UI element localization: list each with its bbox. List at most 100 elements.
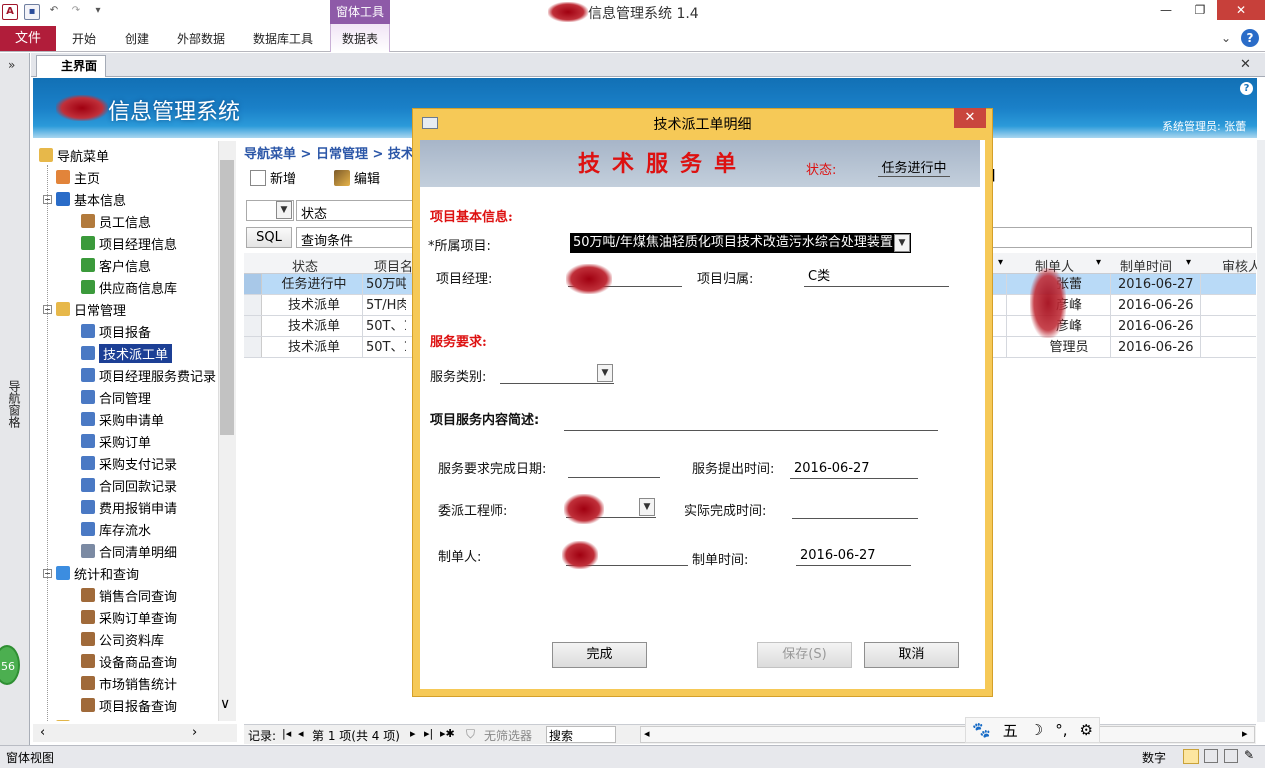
tree-item[interactable]: − 统计和查询 (43, 563, 139, 583)
tree-item[interactable]: 采购订单 (81, 431, 151, 451)
row-selector[interactable] (244, 295, 262, 315)
service-type-dropdown-icon[interactable]: ▼ (597, 364, 613, 382)
tree-item[interactable]: 员工信息 (81, 211, 151, 231)
record-position[interactable]: 第 1 项(共 4 项) (312, 727, 400, 744)
cancel-button[interactable]: 取消 (864, 642, 959, 668)
tree-item[interactable]: − 日常管理 (43, 299, 126, 319)
tree-item[interactable]: 项目经理服务费记录 (81, 365, 216, 385)
restore-button[interactable]: ❐ (1183, 0, 1217, 20)
tree-item[interactable]: +系统管理 (43, 717, 126, 721)
cell-status[interactable]: 技术派单 (266, 316, 362, 337)
tree-item[interactable]: 技术派工单 (81, 343, 173, 363)
cell-time[interactable]: 2016-06-27 (1118, 274, 1196, 295)
cell-time[interactable]: 2016-06-26 (1118, 295, 1196, 316)
tree-item[interactable]: 供应商信息库 (81, 277, 177, 297)
close-document-button[interactable]: ✕ (1240, 57, 1251, 72)
cell-project[interactable]: 50万吨/ (366, 274, 406, 295)
sort-hidden-col-icon[interactable]: ▾ (998, 257, 1003, 268)
datasheet-view-icon[interactable] (1204, 749, 1218, 763)
tree-item[interactable]: 市场销售统计 (81, 673, 177, 693)
category-field[interactable]: C类 (804, 267, 949, 287)
col-status[interactable]: 状态 (292, 256, 318, 275)
sql-button[interactable]: SQL (246, 227, 292, 248)
save-button[interactable]: 保存(S) (757, 642, 852, 668)
cell-project[interactable]: 50T、10 (366, 337, 406, 358)
close-window-button[interactable]: ✕ (1217, 0, 1265, 20)
tree-item[interactable]: 合同管理 (81, 387, 151, 407)
nav-pane-toggle[interactable]: » (8, 58, 15, 72)
tree-item[interactable]: 项目报备 (81, 321, 151, 341)
tree-scroll-left-icon[interactable]: ‹ (40, 725, 45, 740)
tab-home[interactable]: 开始 (72, 30, 96, 47)
filter-combo-arrow-icon[interactable]: ▼ (276, 201, 292, 219)
tree-item[interactable]: 销售合同查询 (81, 585, 177, 605)
project-dropdown-icon[interactable]: ▼ (894, 234, 910, 252)
form-view-icon[interactable] (1183, 749, 1199, 764)
filter-status[interactable]: 无筛选器 (484, 727, 532, 744)
tree-item[interactable]: 采购支付记录 (81, 453, 177, 473)
grid-scroll-left-icon[interactable]: ◂ (644, 727, 650, 740)
tree-item[interactable]: 合同回款记录 (81, 475, 177, 495)
tree-item[interactable]: 客户信息 (81, 255, 151, 275)
search-input[interactable]: 搜索 (546, 726, 616, 743)
dialog-close-button[interactable]: ✕ (954, 108, 986, 128)
nav-pane-label[interactable]: 导航窗格 (6, 380, 23, 428)
grid-scroll-right-icon[interactable]: ▸ (1242, 727, 1248, 740)
new-record-nav-icon[interactable]: ▸✱ (440, 727, 455, 740)
tree-item[interactable]: 库存流水 (81, 519, 151, 539)
sort-time-icon[interactable]: ▾ (1186, 257, 1191, 268)
undo-icon[interactable]: ↶ (46, 4, 62, 20)
tree-item[interactable]: 采购申请单 (81, 409, 164, 429)
customize-qat-icon[interactable]: ▾ (90, 4, 106, 20)
row-selector[interactable] (244, 316, 262, 336)
tree-scroll-thumb[interactable] (220, 160, 234, 435)
cell-status[interactable]: 技术派单 (266, 337, 362, 358)
tree-item[interactable]: 设备商品查询 (81, 651, 177, 671)
cell-creator[interactable]: 管理员 (1039, 337, 1099, 358)
layout-view-icon[interactable] (1224, 749, 1238, 763)
main-vertical-scrollbar[interactable] (1257, 140, 1265, 722)
ime-settings-icon[interactable]: ⚙ (1080, 721, 1093, 739)
cell-project[interactable]: 50T、10 (366, 316, 406, 337)
create-time-field[interactable]: 2016-06-27 (796, 546, 911, 566)
tree-item[interactable]: 项目经理信息 (81, 233, 177, 253)
banner-help-icon[interactable]: ? (1240, 82, 1253, 95)
tree-item[interactable]: 费用报销申请 (81, 497, 177, 517)
filter-field[interactable]: 状态 (296, 200, 414, 222)
tree-item[interactable]: 采购订单查询 (81, 607, 177, 627)
grid-horizontal-scrollbar[interactable] (640, 726, 1255, 743)
help-icon[interactable]: ? (1241, 29, 1259, 47)
prev-record-icon[interactable]: ◂ (298, 727, 304, 740)
cell-status[interactable]: 技术派单 (266, 295, 362, 316)
tree-item[interactable]: 导航菜单 (39, 145, 109, 165)
last-record-icon[interactable]: ▸| (424, 727, 433, 740)
query-condition-input[interactable] (990, 227, 1252, 248)
ime-moon-icon[interactable]: ☽ (1030, 721, 1043, 739)
new-button[interactable]: 新增 (250, 168, 296, 187)
tree-item[interactable]: 合同清单明细 (81, 541, 177, 561)
tree-horizontal-scrollbar[interactable] (33, 724, 237, 742)
tab-external-data[interactable]: 外部数据 (177, 30, 225, 47)
tree-scroll-right-icon[interactable]: › (192, 725, 197, 740)
col-create-time[interactable]: 制单时间 (1120, 256, 1172, 275)
tree-item[interactable]: − 基本信息 (43, 189, 126, 209)
done-button[interactable]: 完成 (552, 642, 647, 668)
tree-item[interactable]: 主页 (43, 167, 100, 187)
col-project[interactable]: 项目名 (374, 256, 413, 275)
tab-create[interactable]: 创建 (125, 30, 149, 47)
cell-time[interactable]: 2016-06-26 (1118, 316, 1196, 337)
cell-time[interactable]: 2016-06-26 (1118, 337, 1196, 358)
tab-database-tools[interactable]: 数据库工具 (253, 30, 313, 47)
sort-creator-icon[interactable]: ▾ (1096, 257, 1101, 268)
next-record-icon[interactable]: ▸ (410, 727, 416, 740)
ribbon-collapse-icon[interactable]: ⌄ (1221, 31, 1231, 45)
minimize-button[interactable]: — (1149, 0, 1183, 20)
tree-scroll-down-icon[interactable]: ∨ (220, 696, 230, 712)
file-tab[interactable]: 文件 (0, 26, 56, 51)
tree-item[interactable]: 公司资料库 (81, 629, 164, 649)
engineer-dropdown-icon[interactable]: ▼ (639, 498, 655, 516)
content-field[interactable] (564, 411, 938, 431)
first-record-icon[interactable]: |◂ (282, 727, 291, 740)
row-selector[interactable] (244, 274, 262, 294)
tree-item[interactable]: 项目报备查询 (81, 695, 177, 715)
